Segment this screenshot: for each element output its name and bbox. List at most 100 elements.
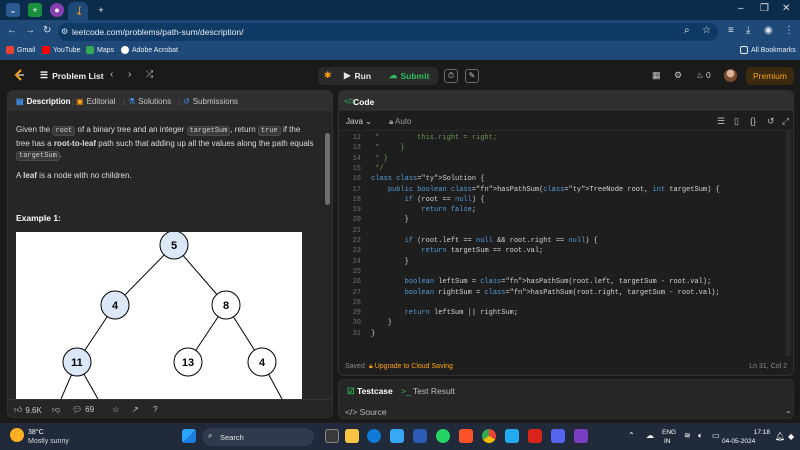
forward-icon[interactable]: → <box>25 25 35 36</box>
maps-icon <box>86 46 94 54</box>
timer-icon[interactable]: ⏱ <box>444 69 458 83</box>
leetcode-logo-icon[interactable] <box>12 68 26 82</box>
chrome-icon[interactable] <box>482 429 496 443</box>
reset-icon[interactable]: ↺ <box>767 116 775 127</box>
prev-problem-icon[interactable]: ‹ <box>110 69 113 80</box>
layout-grid-icon[interactable]: ▦ <box>652 70 661 81</box>
menu-kebab-icon[interactable]: ⋮ <box>784 25 794 36</box>
site-info-icon[interactable]: ⚙ <box>61 27 68 36</box>
app-icon[interactable] <box>413 429 427 443</box>
notification-bell-icon[interactable]: 🔔︎ <box>775 432 785 441</box>
battery-icon[interactable]: ▭ <box>712 431 720 440</box>
comment-icon: 💬︎ <box>72 405 83 414</box>
file-explorer-icon[interactable] <box>345 429 359 443</box>
wifi-icon[interactable]: ≋ <box>684 431 691 440</box>
new-tab-button[interactable]: + <box>94 3 108 17</box>
profile-icon[interactable]: ◉ <box>764 25 773 36</box>
help-icon[interactable]: ? <box>153 405 157 414</box>
source-button[interactable]: </> Source <box>345 407 387 417</box>
description-scrollbar[interactable] <box>325 133 330 205</box>
maximize-icon[interactable]: ❐ <box>760 3 769 14</box>
premium-button[interactable]: Premium <box>746 67 794 85</box>
gmail-icon <box>6 46 14 54</box>
bookmark-icon[interactable]: ▯ <box>734 116 739 127</box>
vscode-icon[interactable] <box>505 429 519 443</box>
brave-icon[interactable] <box>459 429 473 443</box>
user-avatar[interactable] <box>724 69 737 82</box>
line-number: 30 <box>352 319 361 328</box>
minimize-icon[interactable]: – <box>738 3 744 14</box>
windows-start-icon[interactable] <box>182 429 196 443</box>
next-problem-icon[interactable]: › <box>128 69 131 80</box>
download-icon[interactable]: ⤓ <box>746 25 750 36</box>
language-select[interactable]: Java ⌄ <box>346 117 372 126</box>
weather-temp[interactable]: 38°C <box>28 429 44 436</box>
tab-favicon-sheets-icon[interactable]: + <box>28 3 42 17</box>
close-window-icon[interactable]: ✕ <box>782 3 790 14</box>
store-icon[interactable] <box>390 429 404 443</box>
media-icon[interactable]: ≡ <box>728 25 734 36</box>
comments-button[interactable]: 💬︎ 69 <box>72 405 94 414</box>
language-indicator[interactable]: ENG <box>662 429 676 436</box>
tray-chevron-icon[interactable]: ⌃ <box>628 431 635 440</box>
tab-solutions[interactable]: ⚗ Solutions <box>128 97 171 106</box>
lock-icon: 🔒︎ <box>369 363 373 370</box>
like-button[interactable]: 👍︎ 9.6K <box>14 405 42 415</box>
edge-icon[interactable] <box>367 429 381 443</box>
app2-icon[interactable] <box>574 429 588 443</box>
upgrade-cloud-link[interactable]: 🔒︎ Upgrade to Cloud Saving <box>369 363 453 371</box>
bookmark-adobe[interactable]: Adobe Acrobat <box>121 46 178 54</box>
bookmark-maps[interactable]: Maps <box>86 46 114 54</box>
bookmark-youtube[interactable]: YouTube <box>42 46 81 54</box>
all-bookmarks[interactable]: All Bookmarks <box>740 46 796 54</box>
zoom-icon[interactable]: ⌕ <box>684 25 690 36</box>
reload-icon[interactable]: ↻ <box>43 25 51 36</box>
shuffle-icon[interactable]: ⤮ <box>146 69 153 80</box>
clock-time[interactable]: 17:18 <box>744 429 770 436</box>
code-line: public boolean class="fn">hasPathSum(cla… <box>387 185 720 194</box>
bookmark-star-icon[interactable]: ☆ <box>702 25 711 36</box>
task-view-icon[interactable] <box>325 429 339 443</box>
tree-node: 11 <box>62 347 92 377</box>
notes-icon[interactable]: ✎ <box>465 69 479 83</box>
tab-testcase[interactable]: ☑ Testcase <box>347 386 393 397</box>
auto-mode[interactable]: 🔒︎ Auto <box>389 117 412 127</box>
acrobat-icon[interactable] <box>528 429 542 443</box>
line-number: 28 <box>352 298 361 307</box>
copilot-icon[interactable]: ◆ <box>788 432 794 441</box>
url-text[interactable]: leetcode.com/problems/path-sum/descripti… <box>72 27 244 37</box>
run-button[interactable]: ▶ Run <box>344 70 371 81</box>
expand-chevron-icon[interactable]: ⌃ <box>785 410 792 418</box>
format-icon[interactable]: ☰ <box>717 116 725 127</box>
back-icon[interactable]: ← <box>7 25 17 36</box>
tab-test-result[interactable]: >_ Test Result <box>401 386 455 396</box>
bookmark-gmail[interactable]: Gmail <box>6 46 35 54</box>
problem-list-button[interactable]: ☰ Problem List <box>40 70 104 81</box>
fire-icon: ♨ <box>696 70 704 80</box>
braces-icon[interactable]: {} <box>750 116 756 126</box>
fullscreen-icon[interactable]: ⤢ <box>782 116 789 127</box>
discord-icon[interactable] <box>551 429 565 443</box>
tab-search-icon[interactable]: ⌄ <box>6 3 20 17</box>
weather-sun-icon[interactable] <box>10 428 24 442</box>
svg-text:11: 11 <box>71 357 83 369</box>
tab-editorial[interactable]: ▣ Editorial <box>76 97 115 106</box>
tab-favicon-app-icon[interactable]: ● <box>50 3 64 17</box>
cloud-icon[interactable]: ☁ <box>646 431 654 440</box>
volume-icon[interactable]: 🔈︎ <box>698 431 703 441</box>
weather-desc[interactable]: Mostly sunny <box>28 438 69 445</box>
dislike-button[interactable]: 👎︎ <box>52 405 60 415</box>
share-icon[interactable]: ↗ <box>132 405 139 414</box>
taskbar-search[interactable] <box>202 428 314 446</box>
region-indicator[interactable]: IN <box>664 438 671 445</box>
tab-description[interactable]: ▤ Description <box>16 97 71 106</box>
favorite-star-icon[interactable]: ☆ <box>112 405 119 414</box>
clock-date[interactable]: 04-05-2024 <box>722 438 755 445</box>
debug-icon[interactable]: ✱ <box>324 70 332 81</box>
streak-counter[interactable]: ♨ 0 <box>696 70 711 81</box>
settings-gear-icon[interactable]: ⚙ <box>674 70 682 81</box>
editor-scrollbar[interactable] <box>786 131 791 356</box>
tab-submissions[interactable]: ↺ Submissions <box>183 97 238 106</box>
submit-button[interactable]: ☁ Submit <box>389 70 429 81</box>
whatsapp-icon[interactable] <box>436 429 450 443</box>
